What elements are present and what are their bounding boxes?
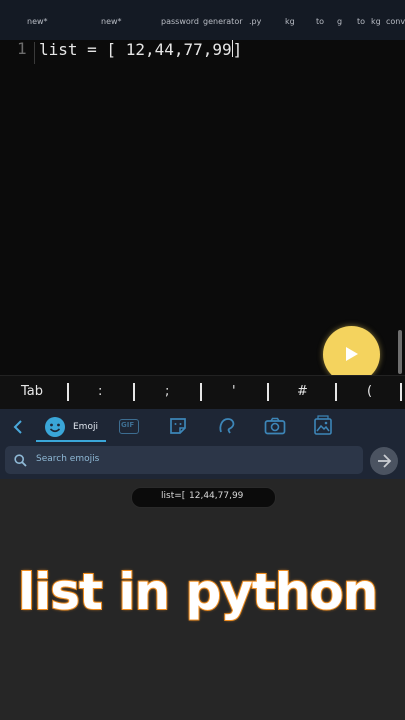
camera-icon[interactable] — [264, 417, 286, 435]
video-caption: list in python — [17, 562, 379, 622]
gutter-divider — [34, 42, 35, 64]
symbol-separator — [267, 383, 269, 401]
sticker-icon[interactable] — [168, 416, 188, 436]
play-icon — [346, 347, 358, 361]
gif-tab[interactable]: GIF — [119, 419, 139, 434]
back-chevron-icon[interactable] — [11, 419, 25, 435]
active-tab-indicator — [36, 440, 106, 442]
emoji-tab[interactable]: Emoji — [44, 415, 104, 441]
file-tab-to-2[interactable]: to — [357, 17, 365, 26]
code-editor[interactable]: 1 list = [ 12,44,77,99] — [0, 40, 405, 375]
code-text: list = [ 12,44,77,99 — [39, 40, 232, 59]
symbol-separator — [400, 383, 402, 401]
symbol-separator — [133, 383, 135, 401]
symbol-key-semicolon[interactable]: ; — [165, 384, 169, 399]
symbol-key-quote[interactable]: ' — [232, 384, 236, 399]
symbol-key-tab[interactable]: Tab — [21, 384, 43, 399]
scrollbar-thumb[interactable] — [398, 330, 402, 374]
symbol-key-colon[interactable]: : — [98, 384, 102, 399]
line-number: 1 — [17, 39, 27, 58]
symbol-key-hash[interactable]: # — [297, 384, 308, 399]
arrow-right-icon — [378, 454, 392, 468]
gallery-icon[interactable] — [313, 415, 333, 436]
file-tab-kg[interactable]: kg — [285, 17, 295, 26]
emoji-search-field[interactable]: Search emojis — [5, 446, 363, 474]
symbol-key-paren[interactable]: ( — [367, 384, 372, 399]
search-icon — [14, 454, 27, 467]
go-button[interactable] — [370, 447, 398, 475]
file-tab-py[interactable]: .py — [249, 17, 261, 26]
file-tab-kg-2[interactable]: kg — [371, 17, 381, 26]
symbol-separator — [335, 383, 337, 401]
file-tab-new-1[interactable]: new* — [27, 17, 48, 26]
code-line-1[interactable]: list = [ 12,44,77,99] — [39, 40, 242, 59]
smiley-icon — [45, 417, 65, 437]
file-tab-to[interactable]: to — [316, 17, 324, 26]
emoji-tab-label: Emoji — [73, 422, 98, 432]
pill-text-left: list=[ — [161, 491, 186, 501]
file-tab-new-2[interactable]: new* — [101, 17, 122, 26]
file-tab-g[interactable]: g — [337, 17, 342, 26]
code-text-end: ] — [232, 40, 243, 59]
code-preview-pill: list=[ 12,44,77,99 — [131, 487, 276, 508]
symbol-separator — [200, 383, 202, 401]
gif-icon: GIF — [121, 421, 135, 429]
file-tab-conve[interactable]: conve — [386, 17, 405, 26]
file-tab-bar: new* new* password generator .py kg to g… — [0, 0, 405, 40]
symbol-bar: Tab : ; ' # ( — [0, 375, 405, 410]
file-tab-generator[interactable]: generator — [203, 17, 243, 26]
pill-text-right: 12,44,77,99 — [189, 491, 244, 501]
file-tab-password[interactable]: password — [161, 17, 199, 26]
bitmoji-icon[interactable] — [217, 416, 237, 436]
search-placeholder: Search emojis — [36, 454, 100, 464]
symbol-separator — [67, 383, 69, 401]
